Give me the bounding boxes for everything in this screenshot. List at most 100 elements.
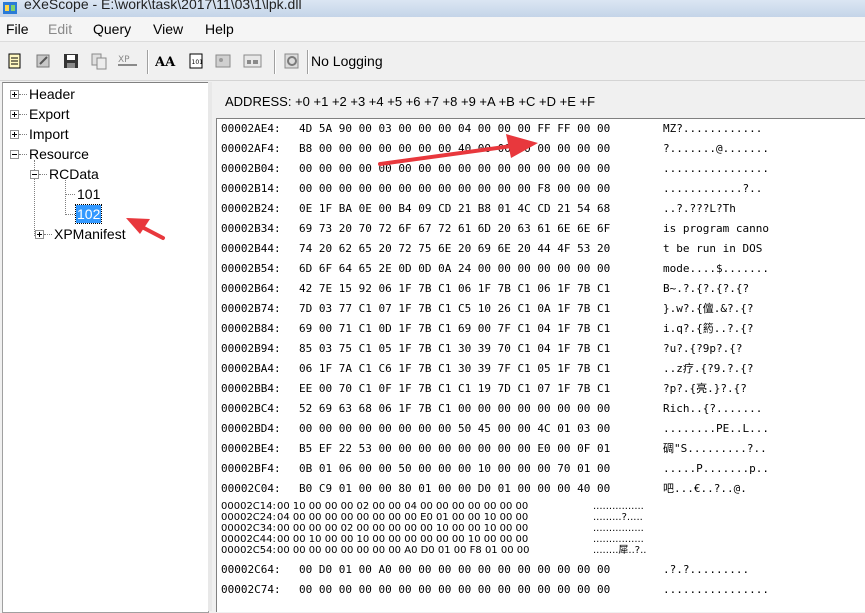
collapse-icon[interactable] [10, 150, 19, 159]
menu-bar: File Edit Query View Help [0, 17, 865, 42]
hex-ascii: Rich..{?....... [663, 402, 763, 415]
hex-ascii: i.q?.{箹..?.{? [663, 322, 754, 335]
toolbar-separator [307, 50, 309, 74]
hex-bytes: 6D 6F 64 65 2E 0D 0D 0A 24 00 00 00 00 0… [299, 262, 611, 275]
hex-bytes: 00 00 00 00 00 00 00 00 00 00 00 00 00 0… [299, 583, 611, 596]
hex-addr: 00002AF4: [221, 142, 281, 155]
hex-addr: 00002C54: [221, 545, 276, 556]
hex-addr: 00002C74: [221, 583, 281, 596]
tree-item-header[interactable]: Header [3, 85, 203, 103]
selected-resource: 102 [74, 204, 103, 224]
hex-addr: 00002B74: [221, 302, 281, 315]
hex-addr: 00002B64: [221, 282, 281, 295]
hex-ascii: MZ?............ [663, 122, 763, 135]
hex-ascii: ................ [593, 534, 644, 545]
toolbar-separator [274, 50, 276, 74]
hex-bytes: 7D 03 77 C1 07 1F 7B C1 C5 10 26 C1 0A 1… [299, 302, 611, 315]
hex-ascii: }.w?.{儃.&?.{? [663, 302, 754, 315]
hex-addr: 00002B84: [221, 322, 281, 335]
hex-ascii: ?.......@....... [663, 142, 769, 155]
tree-item-102[interactable]: 102 [3, 204, 203, 224]
hex-view[interactable]: 00002AE4: 4D 5A 90 00 03 00 00 00 04 00 0… [216, 118, 865, 612]
hex-ascii: ................ [663, 162, 769, 175]
hex-addr: 00002C24: [221, 512, 276, 523]
hex-ascii: ................ [663, 583, 769, 596]
hex-bytes: 00 10 00 00 00 02 00 00 04 00 00 00 00 0… [277, 501, 529, 512]
hex-ascii: ........犀..?.. [593, 545, 647, 556]
menu-view[interactable]: View [153, 21, 183, 37]
tree-item-rcdata[interactable]: RCData [3, 165, 203, 183]
hex-ascii: .........?..... [593, 512, 643, 523]
hex-ascii: is program canno [663, 222, 769, 235]
hex-ascii: ?p?.{亮.}?.{? [663, 382, 747, 395]
image-icon[interactable] [214, 52, 232, 70]
expand-icon[interactable] [10, 110, 19, 119]
tree-item-101[interactable]: 101 [3, 185, 203, 203]
hex-addr: 00002C14: [221, 501, 276, 512]
hex-ascii: ..?.???L?Th [663, 202, 736, 215]
dialog-icon[interactable] [242, 52, 264, 70]
hex-bytes: 0E 1F BA 0E 00 B4 09 CD 21 B8 01 4C CD 2… [299, 202, 611, 215]
toolbar-separator [147, 50, 149, 74]
hex-bytes: 00 00 00 00 00 00 00 00 A0 D0 01 00 F8 0… [277, 545, 530, 556]
app-icon [3, 2, 17, 14]
hex-bytes: 00 00 00 00 00 00 00 00 50 45 00 00 4C 0… [299, 422, 611, 435]
xp-icon[interactable]: XP [117, 52, 139, 70]
tree-item-import[interactable]: Import [3, 125, 203, 143]
open-file-icon[interactable] [6, 52, 24, 70]
hex-ascii: ............?.. [663, 182, 763, 195]
save-icon[interactable] [62, 52, 80, 70]
hex-ascii: mode....$....... [663, 262, 769, 275]
hex-ascii: ?u?.{?9p?.{? [663, 342, 743, 355]
hex-bytes: 0B 01 06 00 00 50 00 00 00 10 00 00 00 7… [299, 462, 611, 475]
hex-ascii: .?.?......... [663, 563, 750, 576]
hex-addr: 00002B04: [221, 162, 281, 175]
expand-icon[interactable] [10, 130, 19, 139]
hex-addr: 00002B94: [221, 342, 281, 355]
hex-bytes: B0 C9 01 00 00 80 01 00 00 D0 01 00 00 0… [299, 482, 611, 495]
logging-status[interactable]: No Logging [311, 53, 383, 69]
hex-bytes: 42 7E 15 92 06 1F 7B C1 06 1F 7B C1 06 1… [299, 282, 611, 295]
panel-splitter[interactable] [208, 82, 212, 611]
title-bar: eXeScope - E:\work\task\2017\11\03\1\lpk… [0, 0, 865, 17]
resource-tree[interactable]: Header Export Import Resource RCData 101… [2, 82, 209, 613]
hex-addr: 00002BC4: [221, 402, 281, 415]
hex-bytes: 06 1F 7A C1 C6 1F 7B C1 30 39 7F C1 05 1… [299, 362, 611, 375]
hex-bytes: 04 00 00 00 00 00 00 00 00 E0 01 00 00 1… [277, 512, 529, 523]
menu-file[interactable]: File [6, 21, 29, 37]
hex-bytes: 00 00 10 00 00 10 00 00 00 00 00 00 10 0… [277, 534, 529, 545]
hex-ascii: 碉"S.........?.. [663, 442, 767, 455]
menu-query[interactable]: Query [93, 21, 131, 37]
hex-bytes: B5 EF 22 53 00 00 00 00 00 00 00 00 E0 0… [299, 442, 611, 455]
menu-help[interactable]: Help [205, 21, 234, 37]
expand-icon[interactable] [10, 90, 19, 99]
hex-bytes: 52 69 63 68 06 1F 7B C1 00 00 00 00 00 0… [299, 402, 611, 415]
hex-ascii: t be run in DOS [663, 242, 763, 255]
font-icon[interactable]: AA [155, 52, 177, 70]
copy-icon[interactable] [90, 52, 108, 70]
tree-item-resource[interactable]: Resource [3, 145, 203, 163]
hex-addr: 00002BF4: [221, 462, 281, 475]
hex-addr: 00002B34: [221, 222, 281, 235]
hex-addr: 00002BE4: [221, 442, 281, 455]
tree-item-xpmanifest[interactable]: XPManifest [3, 225, 203, 243]
collapse-icon[interactable] [30, 170, 39, 179]
hex-bytes: 00 00 00 00 02 00 00 00 00 00 10 00 00 1… [277, 523, 529, 534]
hex-ascii: ................ [593, 501, 644, 512]
hex-bytes: 00 00 00 00 00 00 00 00 00 00 00 00 00 0… [299, 162, 611, 175]
menu-edit[interactable]: Edit [48, 21, 72, 37]
hex-header-text: ADDRESS: +0 +1 +2 +3 +4 +5 +6 +7 +8 +9 +… [225, 94, 596, 109]
hex-bytes: 69 00 71 C1 0D 1F 7B C1 69 00 7F C1 04 1… [299, 322, 611, 335]
logging-icon[interactable] [283, 52, 301, 70]
tree-item-export[interactable]: Export [3, 105, 203, 123]
expand-icon[interactable] [35, 230, 44, 239]
hex-column-header: ADDRESS: +0 +1 +2 +3 +4 +5 +6 +7 +8 +9 +… [212, 82, 865, 118]
hex-addr: 00002C64: [221, 563, 281, 576]
window-title: eXeScope - E:\work\task\2017\11\03\1\lpk… [24, 0, 302, 12]
hex-addr: 00002AE4: [221, 122, 281, 135]
hex-ascii: ..z疗.{?9.?.{? [663, 362, 754, 375]
hex-bytes: 4D 5A 90 00 03 00 00 00 04 00 00 00 FF F… [299, 122, 611, 135]
document-icon[interactable]: 101 [187, 52, 205, 70]
hex-bytes: B8 00 00 00 00 00 00 00 40 00 00 00 00 0… [299, 142, 611, 155]
edit-icon[interactable] [34, 52, 52, 70]
